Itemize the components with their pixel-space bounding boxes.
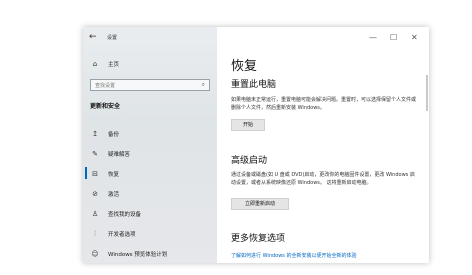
restart-now-button[interactable]: 立即重新启动	[231, 198, 289, 210]
sidebar-item-home[interactable]: ⌂ 主页	[88, 57, 212, 71]
reset-description: 如果电脑未正常运行，重置电脑可能会解决问题。重置时，可以选择保留个人文件或删除个…	[231, 97, 417, 111]
reset-heading: 重置此电脑	[231, 80, 277, 90]
wrench-icon: ✎	[92, 150, 98, 158]
start-button[interactable]: 开始	[231, 119, 265, 131]
person-icon: ♙	[91, 210, 99, 218]
backup-icon: ↥	[92, 130, 98, 138]
maximize-button[interactable]: ☐	[390, 33, 397, 42]
sidebar-item-troubleshoot[interactable]: ✎ 疑难解答	[88, 147, 212, 161]
sidebar-item-label: 开发者选项	[108, 232, 136, 238]
clean-install-link[interactable]: 了解如何进行 Windows 的全新安装以便开始全新的体验	[231, 252, 357, 259]
home-icon: ⌂	[92, 60, 98, 68]
section-heading: 更新和安全	[90, 103, 121, 110]
sidebar-item-label: 疑难解答	[108, 152, 131, 158]
more-options-heading: 更多恢复选项	[231, 234, 286, 244]
search-placeholder: 查找设置	[95, 83, 116, 89]
selected-indicator	[85, 167, 87, 179]
smiley-icon: ☺	[91, 250, 99, 258]
window-title: 设置	[107, 35, 118, 41]
search-input[interactable]: 查找设置 ⌕	[90, 79, 210, 91]
page-title: 恢复	[231, 59, 258, 74]
sidebar-item-find-device[interactable]: ♙ 查找我的设备	[88, 207, 212, 221]
close-button[interactable]: ✕	[411, 33, 418, 42]
sidebar-item-recovery[interactable]: ⊟ 恢复	[88, 167, 212, 181]
sidebar-item-label: 主页	[108, 62, 120, 68]
sidebar: ← 设置 ⌂ 主页 查找设置 ⌕ 更新和安全 ↥ 备份 ✎ 疑难解答 ⊟ 恢复 …	[83, 27, 217, 263]
tools-icon: ⫶	[94, 229, 96, 238]
main-panel: — ☐ ✕ 恢复 重置此电脑 如果电脑未正常运行，重置电脑可能会解决问题。重置时…	[217, 27, 429, 263]
scrollbar[interactable]	[426, 75, 428, 111]
advanced-heading: 高级启动	[231, 156, 268, 166]
sidebar-item-label: 备份	[108, 132, 120, 138]
sidebar-item-developer[interactable]: ⫶ 开发者选项	[88, 227, 212, 241]
settings-window: ← 设置 ⌂ 主页 查找设置 ⌕ 更新和安全 ↥ 备份 ✎ 疑难解答 ⊟ 恢复 …	[83, 27, 429, 263]
sidebar-item-label: 恢复	[108, 172, 120, 178]
check-circle-icon: ⊘	[92, 190, 98, 198]
sidebar-item-insider[interactable]: ☺ Windows 预览体验计划	[88, 247, 212, 261]
sidebar-item-label: 激活	[108, 192, 120, 198]
minimize-button[interactable]: —	[369, 33, 377, 42]
search-icon: ⌕	[201, 81, 205, 88]
back-arrow-icon[interactable]: ←	[89, 32, 97, 42]
sidebar-item-label: Windows 预览体验计划	[108, 252, 168, 258]
sidebar-item-backup[interactable]: ↥ 备份	[88, 127, 212, 141]
sidebar-item-activation[interactable]: ⊘ 激活	[88, 187, 212, 201]
advanced-description: 通过设备或磁盘(如 U 盘或 DVD)启动，更改你的电脑固件设置，更改 Wind…	[231, 172, 415, 186]
sidebar-item-label: 查找我的设备	[108, 212, 142, 218]
recovery-icon: ⊟	[92, 170, 98, 178]
